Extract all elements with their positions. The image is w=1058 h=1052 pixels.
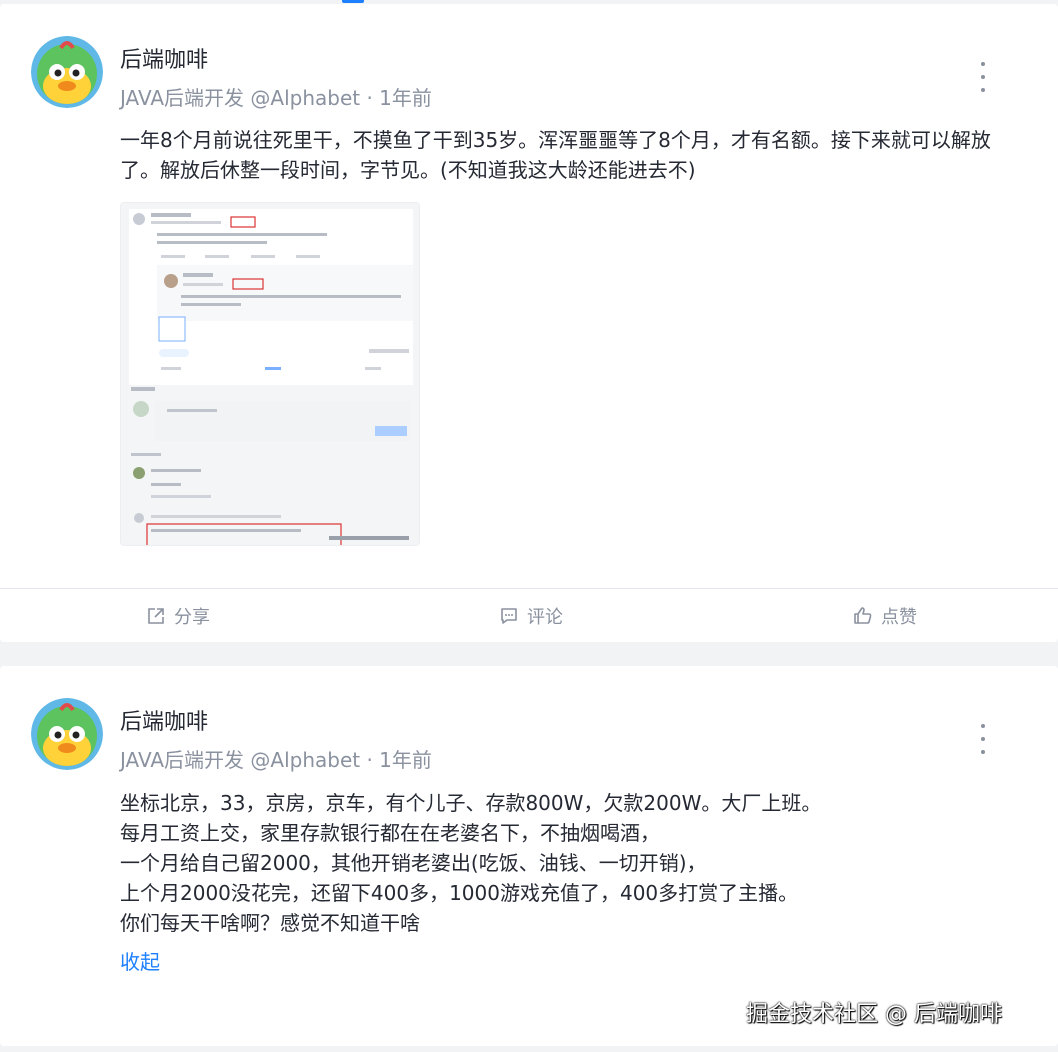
content-line: 上个月2000没花完，还留下400多，1000游戏充值了，400多打赏了主播。 [120,881,799,905]
like-label: 点赞 [881,607,917,628]
content-line: 一个月给自己留2000，其他开销老婆出(吃饭、油钱、一切开销)， [120,851,707,875]
content-line: 坐标北京，33，京房，京车，有个儿子、存款800W，欠款200W。大厂上班。 [120,791,822,815]
active-tab-indicator [342,0,364,3]
author-meta: JAVA后端开发 @Alphabet · 1年前 [120,748,432,772]
content-line: 每月工资上交，家里存款银行都在在老婆名下，不抽烟喝酒， [120,821,660,845]
author-meta: JAVA后端开发 @Alphabet · 1年前 [120,86,432,110]
post-content: 坐标北京，33，京房，京车，有个儿子、存款800W，欠款200W。大厂上班。 每… [120,788,1040,938]
comment-button[interactable]: 评论 [499,589,563,643]
content-line: 了。解放后休整一段时间，字节见。(不知道我这大龄还能进去不) [120,158,696,182]
avatar[interactable] [31,698,103,770]
more-options-icon[interactable] [972,724,994,754]
watermark: 掘金技术社区 @ 后端咖啡 [746,1002,1002,1027]
author-name[interactable]: 后端咖啡 [120,42,208,74]
content-line: 一年8个月前说往死里干，不摸鱼了干到35岁。浑浑噩噩等了8个月，才有名额。接下来… [120,128,991,152]
comment-label: 评论 [527,607,563,628]
post-content: 一年8个月前说往死里干，不摸鱼了干到35岁。浑浑噩噩等了8个月，才有名额。接下来… [120,125,1040,185]
comment-icon [501,608,517,624]
post-image[interactable] [120,202,420,546]
bottom-divider [0,1046,1058,1052]
like-button[interactable]: 点赞 [853,589,917,643]
more-options-icon[interactable] [972,62,994,92]
share-label: 分享 [174,607,210,628]
post-card: 后端咖啡 JAVA后端开发 @Alphabet · 1年前 坐标北京，33，京房… [0,666,1058,1046]
content-line: 你们每天干啥啊？感觉不知道干啥 [120,911,420,935]
avatar[interactable] [31,36,103,108]
author-name[interactable]: 后端咖啡 [120,704,208,736]
action-bar: 分享 评论 点赞 [0,588,1058,642]
share-button[interactable]: 分享 [146,589,210,643]
collapse-link[interactable]: 收起 [120,946,160,975]
thumbs-up-icon [854,607,872,624]
post-card: 后端咖啡 JAVA后端开发 @Alphabet · 1年前 一年8个月前说往死里… [0,4,1058,642]
share-icon [148,608,164,624]
